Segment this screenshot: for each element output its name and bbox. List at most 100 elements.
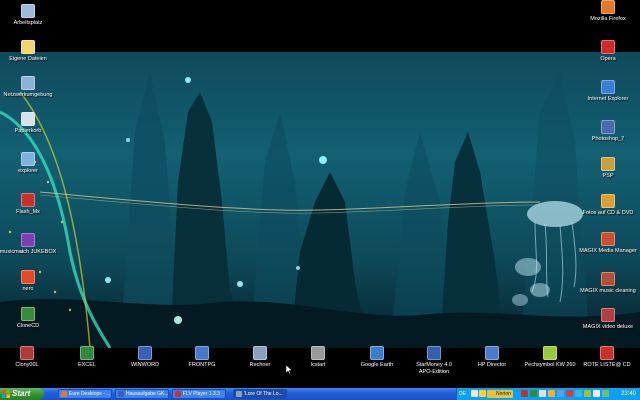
shortcut-label: MAGIX Media Manager bbox=[579, 248, 637, 254]
desktop-shortcut[interactable]: FRONTPG bbox=[172, 346, 232, 369]
taskbar-button[interactable]: Hausaufgabe GK... bbox=[115, 389, 169, 399]
tray-icon-7[interactable] bbox=[557, 390, 564, 397]
desktop-shortcut[interactable]: CloneCD bbox=[0, 307, 58, 330]
norton-tray-item[interactable]: Norton bbox=[487, 390, 514, 398]
desktop-shortcut[interactable]: StarMoney 4.0 APO-Edition bbox=[404, 346, 464, 375]
pechsymbol-icon bbox=[543, 346, 557, 360]
shortcut-label: HP Director bbox=[477, 362, 507, 368]
mouse-cursor-icon bbox=[286, 365, 292, 374]
shortcut-label: Eigene Dateien bbox=[9, 56, 47, 62]
tray-icon-4[interactable] bbox=[530, 390, 537, 397]
desktop-shortcut[interactable]: musicmatch JUKEBOX bbox=[0, 233, 58, 256]
recycle-bin-icon bbox=[21, 112, 35, 126]
icstart-icon bbox=[311, 346, 325, 360]
taskbar-button[interactable]: FLV Player 1.3.3 bbox=[172, 389, 226, 399]
excel-icon bbox=[80, 346, 94, 360]
desktop-shortcut[interactable]: Papierkorb bbox=[0, 112, 58, 135]
google-earth-icon bbox=[370, 346, 384, 360]
taskbar-button-label: Hausaufgabe GK... bbox=[126, 391, 169, 397]
shortcut-label: PSP bbox=[602, 173, 614, 179]
desktop-shortcut[interactable]: Fotos auf CD & DVD bbox=[578, 194, 638, 217]
desktop-shortcut[interactable]: Arbeitsplatz bbox=[0, 4, 58, 27]
desktop-shortcut[interactable]: Opera bbox=[578, 40, 638, 63]
tray-icon-1[interactable] bbox=[471, 390, 478, 397]
shortcut-label: Photoshop_7 bbox=[591, 136, 625, 142]
desktop-shortcut[interactable]: Icstart bbox=[288, 346, 348, 369]
desktop-shortcut[interactable]: Netzwerkumgebung bbox=[0, 76, 58, 99]
tray-icon-9[interactable] bbox=[575, 390, 582, 397]
player-task-icon bbox=[236, 391, 242, 397]
shortcut-label: FRONTPG bbox=[188, 362, 216, 368]
desktop-shortcut[interactable]: MAGIX video deluxe bbox=[578, 308, 638, 331]
firefox-icon bbox=[601, 0, 615, 14]
desktop-wallpaper bbox=[0, 52, 640, 348]
browser-task-icon bbox=[61, 391, 67, 397]
shortcut-label: Opera bbox=[600, 56, 616, 62]
tray-icon-2[interactable] bbox=[479, 390, 486, 397]
tray-icon-3[interactable] bbox=[521, 390, 528, 397]
desktop-shortcut[interactable]: Pechsymbol KW 260 bbox=[520, 346, 580, 369]
desktop-shortcut[interactable]: Google Earth bbox=[347, 346, 407, 369]
flash-icon bbox=[21, 193, 35, 207]
shortcut-label: MAGIX video deluxe bbox=[582, 324, 634, 330]
magix-music-icon bbox=[601, 272, 615, 286]
network-tray-icon[interactable] bbox=[602, 390, 609, 397]
taskbar-button[interactable]: 'Lore Of The Lo... bbox=[233, 389, 287, 399]
computer-icon bbox=[21, 4, 35, 18]
taskbar-button-label: Eure Desktops - ... bbox=[69, 391, 111, 397]
desktop-shortcut[interactable]: Flash_Mx bbox=[0, 193, 58, 216]
tray-icon-10[interactable] bbox=[584, 390, 591, 397]
tray-icon-5[interactable] bbox=[539, 390, 546, 397]
shortcut-label: Fotos auf CD & DVD bbox=[582, 210, 634, 216]
desktop-shortcut[interactable]: EXCEL bbox=[57, 346, 117, 369]
desktop-shortcut[interactable]: Rechner bbox=[230, 346, 290, 369]
word-icon bbox=[138, 346, 152, 360]
desktop-shortcut[interactable]: nero bbox=[0, 270, 58, 293]
start-button[interactable]: Start bbox=[0, 388, 44, 400]
desktop-shortcut[interactable]: Internet Explorer bbox=[578, 80, 638, 103]
nero-icon bbox=[21, 270, 35, 284]
shortcut-label: nero bbox=[22, 286, 34, 292]
volume-icon[interactable] bbox=[593, 390, 600, 397]
desktop-shortcut[interactable]: Photoshop_7 bbox=[578, 120, 638, 143]
desktop-shortcut[interactable]: PSP bbox=[578, 157, 638, 180]
tray-icon-8[interactable] bbox=[566, 390, 573, 397]
desktop-shortcut[interactable]: ROTE LISTE@ CD bbox=[577, 346, 637, 369]
desktop-shortcut[interactable]: explorer bbox=[0, 152, 58, 175]
shortcut-label: StarMoney 4.0 APO-Edition bbox=[416, 362, 452, 375]
shortcut-label: WINWORD bbox=[130, 362, 160, 368]
desktop-shortcut[interactable]: HP Director bbox=[462, 346, 522, 369]
network-icon bbox=[21, 76, 35, 90]
system-tray: DE Norton 23:40 bbox=[456, 388, 640, 400]
taskbar-button[interactable]: Eure Desktops - ... bbox=[58, 389, 112, 399]
windows-logo-icon bbox=[2, 390, 10, 398]
taskbar-button-label: 'Lore Of The Lo... bbox=[244, 391, 283, 397]
shortcut-label: Flash_Mx bbox=[16, 209, 40, 215]
shortcut-label: CloneCD bbox=[16, 323, 40, 329]
psp-icon bbox=[601, 157, 615, 171]
magix-video-icon bbox=[601, 308, 615, 322]
jukebox-icon bbox=[21, 233, 35, 247]
desktop-shortcut[interactable]: Clony00L bbox=[0, 346, 57, 369]
desktop-shortcut[interactable]: Mozilla Firefox bbox=[578, 0, 638, 23]
tray-icon-6[interactable] bbox=[548, 390, 555, 397]
explorer-icon bbox=[21, 152, 35, 166]
internet-explorer-icon bbox=[601, 80, 615, 94]
desktop-shortcut[interactable]: WINWORD bbox=[115, 346, 175, 369]
desktop-shortcut[interactable]: MAGIX music cleaning bbox=[578, 272, 638, 295]
clock[interactable]: 23:40 bbox=[621, 388, 636, 400]
photos-cd-icon bbox=[601, 194, 615, 208]
calculator-icon bbox=[253, 346, 267, 360]
shortcut-label: musicmatch JUKEBOX bbox=[0, 249, 57, 255]
desktop-shortcut[interactable]: Eigene Dateien bbox=[0, 40, 58, 63]
documents-folder-icon bbox=[21, 40, 35, 54]
document-task-icon bbox=[118, 391, 124, 397]
shortcut-label: Netzwerkumgebung bbox=[3, 92, 53, 98]
desktop-shortcut[interactable]: MAGIX Media Manager bbox=[578, 232, 638, 255]
language-indicator[interactable]: DE bbox=[459, 388, 466, 400]
shortcut-label: Arbeitsplatz bbox=[13, 20, 43, 26]
photoshop-icon bbox=[601, 120, 615, 134]
shortcut-label: EXCEL bbox=[77, 362, 97, 368]
shortcut-label: MAGIX music cleaning bbox=[580, 288, 636, 294]
flv-player-task-icon bbox=[175, 391, 181, 397]
